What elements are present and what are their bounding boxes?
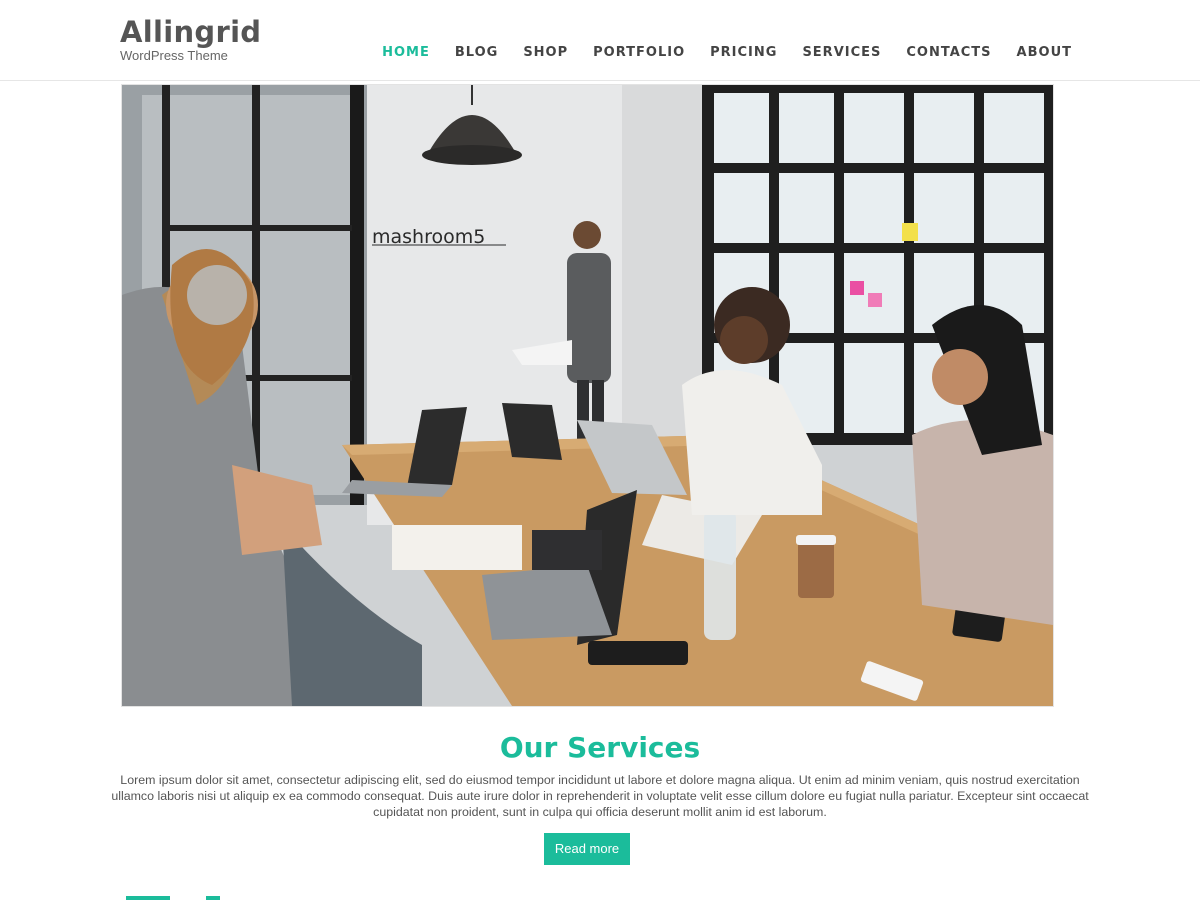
next-section-heading-partial xyxy=(126,896,226,900)
nav-item-portfolio[interactable]: PORTFOLIO xyxy=(568,44,685,62)
nav-item-shop[interactable]: SHOP xyxy=(498,44,568,62)
nav-item-services[interactable]: SERVICES xyxy=(777,44,881,62)
site-description: WordPress Theme xyxy=(120,48,228,63)
nav-item-blog[interactable]: BLOG xyxy=(430,44,498,62)
hero-image: mashroom5 xyxy=(121,84,1054,707)
site-title-link[interactable]: Allingrid xyxy=(120,14,261,50)
nav-item-home[interactable]: HOME xyxy=(382,44,430,62)
services-description: Lorem ipsum dolor sit amet, consectetur … xyxy=(111,773,1089,819)
nav-item-about[interactable]: ABOUT xyxy=(992,44,1072,62)
services-title: Our Services xyxy=(499,731,701,764)
site-branding: Allingrid WordPress Theme xyxy=(120,14,261,63)
nav-item-pricing[interactable]: PRICING xyxy=(685,44,777,62)
main-navigation: HOME BLOG SHOP PORTFOLIO PRICING SERVICE… xyxy=(382,44,1072,62)
site-header: Allingrid WordPress Theme HOME BLOG SHOP… xyxy=(0,0,1200,81)
nav-item-contacts[interactable]: CONTACTS xyxy=(881,44,991,62)
read-more-button[interactable]: Read more xyxy=(544,833,630,865)
meeting-room-illustration: mashroom5 xyxy=(122,85,1053,706)
